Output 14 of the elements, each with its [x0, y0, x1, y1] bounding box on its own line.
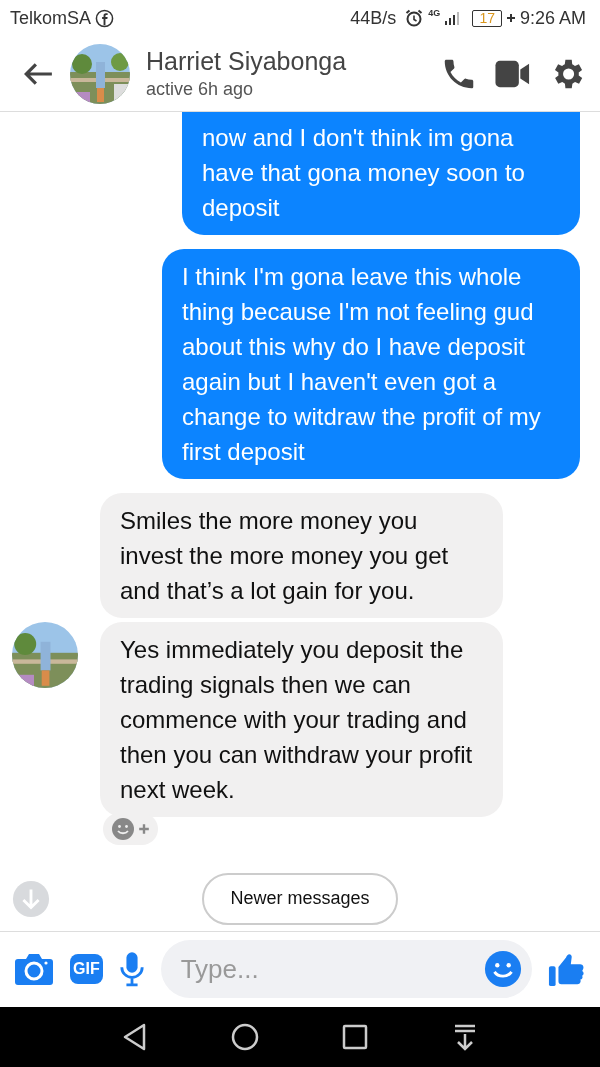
carrier-name: TelkomSA: [10, 7, 92, 29]
gif-button[interactable]: GIF: [70, 954, 103, 985]
active-status: active 6h ago: [146, 79, 255, 100]
message-bubble: I think I'm gona leave this whole thing because I'm not feeling gud about this why do I have deposit again but I haven't even got a change to witdraw the profit of my first deposit: [162, 248, 580, 479]
message-bubble: Smiles the more money you invest the more money you get and that’s a lot gain for you.: [100, 492, 503, 618]
contact-name: Harriet Siyabonga: [146, 47, 348, 76]
clock-time: 9:26 AM: [519, 7, 586, 29]
message-bubble: Yes immediately you deposit the trading signals then we can commence with your trading and then you can withdraw your profit next week.: [100, 621, 503, 817]
network-speed: 44B/s: [350, 7, 397, 29]
message-input-field[interactable]: Type...: [160, 940, 532, 999]
message-bubble: now and I don't think im gona have that gona money soon to deposit: [182, 111, 580, 235]
battery-level: 17: [472, 9, 502, 27]
network-type: 4G: [428, 8, 441, 18]
newer-messages-button[interactable]: Newer messages: [202, 872, 398, 925]
